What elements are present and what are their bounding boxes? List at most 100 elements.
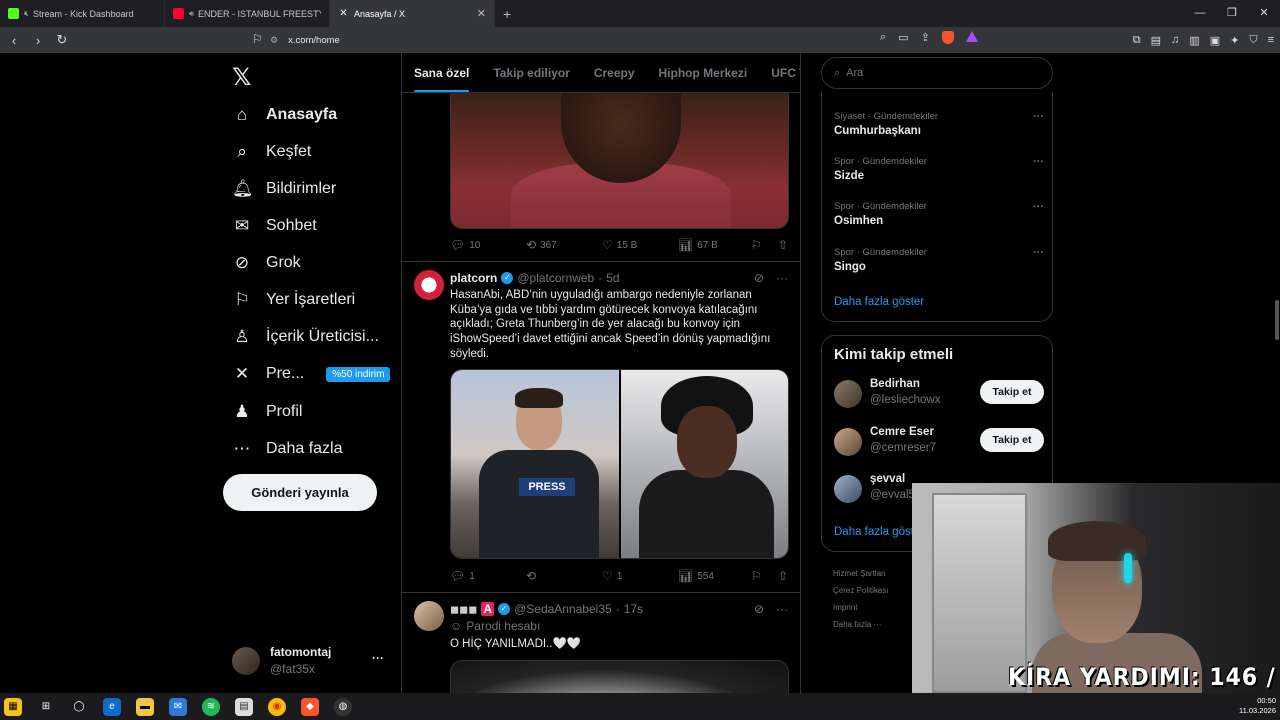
tab-creepy[interactable]: Creepy xyxy=(582,53,647,92)
trend-item[interactable]: Siyaset · Gündemdekiler Cumhurbaşkanı ··… xyxy=(834,111,1044,137)
nav-creator-studio[interactable]: ♙ İçerik Üreticisi... xyxy=(232,319,379,355)
new-tab-button[interactable]: + xyxy=(503,6,511,22)
like-button[interactable]: ♡ 15 B xyxy=(602,238,678,252)
nav-messages[interactable]: ✉ Sohbet xyxy=(232,208,317,244)
start-icon[interactable]: ⊞ xyxy=(37,698,55,716)
close-tab-icon[interactable]: ✕ xyxy=(477,7,486,20)
repost-button[interactable]: ⟲ xyxy=(526,569,602,583)
more-dots-icon[interactable]: ··· xyxy=(372,651,384,665)
more-dots-icon[interactable]: ··· xyxy=(1033,201,1044,213)
muted-icon[interactable]: 🔇︎ xyxy=(24,9,29,19)
like-button[interactable]: ♡ 1 xyxy=(602,569,678,583)
vpn-icon[interactable]: ⛉ xyxy=(1249,34,1257,47)
image-left[interactable]: PRESS xyxy=(451,370,619,558)
post-time[interactable]: 5d xyxy=(606,271,619,285)
more-dots-icon[interactable]: ··· xyxy=(776,602,788,616)
author-handle[interactable]: @SedaAnnabel35 xyxy=(514,602,612,616)
site-info-icon[interactable]: ⚙ xyxy=(270,35,278,46)
grok-explain-icon[interactable]: ⊘ xyxy=(754,602,764,616)
nav-bookmarks[interactable]: ⚐ Yer İşaretleri xyxy=(232,282,355,318)
views-button[interactable]: 📊︎ 554 xyxy=(678,569,754,583)
trend-item[interactable]: Spor · Gündemdekiler Osimhen ··· xyxy=(834,201,1044,227)
wallet-icon[interactable]: ▣ xyxy=(1210,34,1220,47)
system-clock[interactable]: 00:50 11.03.2026 xyxy=(1239,696,1276,716)
nav-more[interactable]: ⋯ Daha fazla xyxy=(232,431,343,467)
menu-icon[interactable]: ≡ xyxy=(1268,34,1274,46)
brave-icon[interactable]: ◆ xyxy=(301,697,319,716)
minimize-icon[interactable]: — xyxy=(1184,0,1216,27)
trend-item[interactable]: Spor · Gündemdekiler Sizde ··· xyxy=(834,156,1044,182)
widgets-icon[interactable]: ▦ xyxy=(4,697,22,716)
cookie-policy-link[interactable]: Çerez Politikası xyxy=(833,582,923,599)
more-dots-icon[interactable]: ··· xyxy=(1033,156,1044,168)
suggested-user[interactable]: Bedirhan @lesliechowx Takip et xyxy=(834,376,1044,412)
show-more-link[interactable]: Daha fazla göster xyxy=(834,296,924,308)
close-window-icon[interactable]: ✕ xyxy=(1248,0,1280,27)
sidebar-icon[interactable]: ▥ xyxy=(1189,34,1199,47)
nav-premium[interactable]: ✕ Pre... %50 indirim xyxy=(232,356,391,392)
music-icon[interactable]: ♫ xyxy=(1171,34,1179,46)
author-name[interactable]: platcorn xyxy=(450,271,497,285)
x-logo-icon[interactable]: 𝕏 xyxy=(232,63,251,92)
tab-following[interactable]: Takip ediliyor xyxy=(481,53,581,92)
cast-icon[interactable]: ▭ xyxy=(898,31,908,44)
reply-button[interactable]: 💬︎ 1 xyxy=(450,569,526,583)
zoom-icon[interactable]: ⌕ xyxy=(880,31,886,44)
account-switcher[interactable]: fatomontaj @fat35x ··· xyxy=(232,641,392,681)
nav-home[interactable]: ⌂ Anasayfa xyxy=(232,97,337,133)
author-handle[interactable]: @platcornweb xyxy=(517,271,594,285)
bookmark-icon[interactable]: ⚐ xyxy=(751,569,762,583)
tab-x-home[interactable]: ✕ Anasayfa / X ✕ xyxy=(330,0,495,27)
avatar[interactable] xyxy=(414,270,444,300)
follow-button[interactable]: Takip et xyxy=(980,428,1044,452)
extensions-icon[interactable]: ⧉ xyxy=(1133,34,1141,47)
maximize-icon[interactable]: ❐ xyxy=(1216,0,1248,27)
share-icon[interactable]: ⇧ xyxy=(778,569,788,583)
tab-hiphop[interactable]: Hiphop Merkezi xyxy=(647,53,760,92)
share-icon[interactable]: ⇧ xyxy=(778,238,788,252)
reader-icon[interactable]: ▤ xyxy=(1151,34,1161,47)
image-right[interactable] xyxy=(620,370,788,558)
avatar[interactable] xyxy=(414,601,444,631)
nav-profile[interactable]: ♟ Profil xyxy=(232,394,302,430)
forward-icon[interactable]: › xyxy=(28,33,48,48)
chrome-icon[interactable]: ◉ xyxy=(268,697,286,716)
calculator-icon[interactable]: ▤ xyxy=(235,697,253,716)
repost-button[interactable]: ⟲ 367 xyxy=(526,238,602,252)
nav-grok[interactable]: ⊘ Grok xyxy=(232,245,301,281)
mail-app-icon[interactable]: ✉ xyxy=(169,697,187,716)
more-dots-icon[interactable]: ··· xyxy=(1033,111,1044,123)
terms-link[interactable]: Hizmet Şartları xyxy=(833,565,923,582)
post-images[interactable]: PRESS xyxy=(450,369,789,559)
views-button[interactable]: 📊︎ 67 B xyxy=(678,238,754,252)
suggested-user[interactable]: Cemre Eser @cemreser7 Takip et xyxy=(834,424,1044,460)
nav-explore[interactable]: ⌕ Keşfet xyxy=(232,134,311,170)
grok-explain-icon[interactable]: ⊘ xyxy=(754,271,764,285)
leo-ai-icon[interactable]: ✦ xyxy=(1230,34,1239,47)
tab-youtube[interactable]: 🔊︎ ENDER - ISTANBUL FREESTYLE - ... xyxy=(165,0,330,27)
tab-for-you[interactable]: Sana özel xyxy=(402,53,481,92)
bookmark-icon[interactable]: ⚐ xyxy=(751,238,762,252)
follow-button[interactable]: Takip et xyxy=(980,380,1044,404)
author-name[interactable]: A xyxy=(481,602,495,616)
tab-ufc[interactable]: UFC TR xyxy=(759,53,800,92)
bookmark-page-icon[interactable]: ⚐ xyxy=(252,32,263,46)
edge-icon[interactable]: e xyxy=(103,697,121,716)
more-link[interactable]: Daha fazla ··· xyxy=(833,616,923,633)
post-time[interactable]: 17s xyxy=(624,602,643,616)
reply-button[interactable]: 💬︎ 10 xyxy=(450,238,526,252)
tab-kick[interactable]: 🔇︎ Stream - Kick Dashboard xyxy=(0,0,165,27)
obs-icon[interactable]: ◍ xyxy=(334,697,352,716)
back-icon[interactable]: ‹ xyxy=(4,33,24,48)
more-dots-icon[interactable]: ··· xyxy=(776,271,788,285)
share-icon[interactable]: ⇪ xyxy=(921,31,930,44)
reload-icon[interactable]: ↻ xyxy=(52,32,72,48)
post-button[interactable]: Gönderi yayınla xyxy=(223,474,377,511)
audio-icon[interactable]: 🔊︎ xyxy=(189,9,194,19)
brave-shields-icon[interactable] xyxy=(941,31,954,44)
imprint-link[interactable]: Imprint xyxy=(833,599,923,616)
spotify-icon[interactable]: ≋ xyxy=(202,697,220,716)
brave-rewards-icon[interactable] xyxy=(965,31,978,42)
file-explorer-icon[interactable]: ▬ xyxy=(136,697,154,716)
post-image[interactable] xyxy=(450,660,789,693)
